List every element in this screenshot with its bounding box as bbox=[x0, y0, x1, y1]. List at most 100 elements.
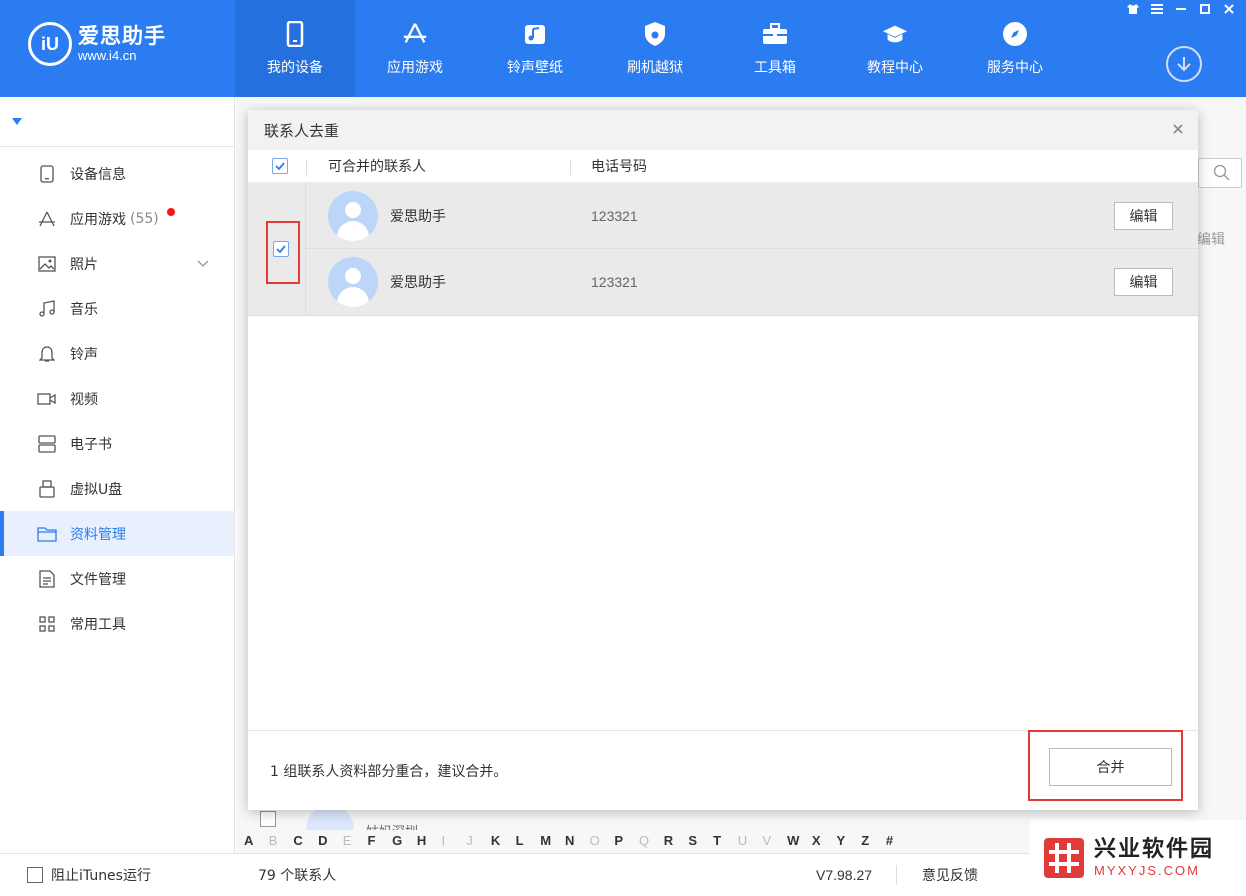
dialog-header: 联系人去重 bbox=[248, 110, 1198, 150]
minimize-icon[interactable] bbox=[1170, 0, 1192, 18]
alphabet-letter[interactable]: L bbox=[516, 833, 541, 848]
menu-icon[interactable] bbox=[1146, 0, 1168, 18]
background-search-box[interactable] bbox=[1198, 158, 1242, 188]
column-header-phone: 电话号码 bbox=[591, 159, 647, 175]
nav-flash[interactable]: 刷机越狱 bbox=[595, 0, 715, 97]
alphabet-letter[interactable]: X bbox=[812, 833, 837, 848]
nav-service[interactable]: 服务中心 bbox=[955, 0, 1075, 97]
alphabet-letter[interactable]: B bbox=[269, 833, 294, 848]
graduation-cap-icon bbox=[882, 21, 908, 47]
sidebar-item-apps[interactable]: 应用游戏 (55) bbox=[0, 196, 234, 241]
alphabet-letter[interactable]: I bbox=[442, 833, 467, 848]
list-item[interactable]: 爱思助手 123321 编辑 bbox=[306, 249, 1198, 315]
download-button[interactable] bbox=[1166, 46, 1202, 82]
sidebar-item-device-info[interactable]: 设备信息 bbox=[0, 151, 234, 196]
alphabet-letter[interactable]: # bbox=[886, 833, 911, 848]
nav-toolbox[interactable]: 工具箱 bbox=[715, 0, 835, 97]
alphabet-letter[interactable]: P bbox=[614, 833, 639, 848]
nav-ringtones[interactable]: 铃声壁纸 bbox=[475, 0, 595, 97]
sidebar: 设备信息 应用游戏 (55) 照片 音乐 铃声 视频 电子书 虚拟U盘 资料管理… bbox=[0, 97, 235, 853]
nav-label: 我的设备 bbox=[267, 59, 323, 76]
alphabet-letter[interactable]: Q bbox=[639, 833, 664, 848]
nav-my-device[interactable]: 我的设备 bbox=[235, 0, 355, 97]
merge-suggestion-text: 1 组联系人资料部分重合，建议合并。 bbox=[270, 764, 508, 780]
alphabet-letter[interactable]: W bbox=[787, 833, 812, 848]
chevron-down-icon[interactable] bbox=[197, 256, 209, 272]
app-store-icon bbox=[402, 21, 428, 47]
skin-icon[interactable] bbox=[1122, 0, 1144, 18]
edit-button[interactable]: 编辑 bbox=[1114, 201, 1173, 230]
status-divider bbox=[896, 865, 897, 885]
grid-icon bbox=[37, 614, 57, 634]
device-selector[interactable] bbox=[0, 97, 234, 147]
alphabet-letter[interactable]: A bbox=[244, 833, 269, 848]
logo-title: 爱思助手 bbox=[78, 24, 166, 48]
alphabet-letter[interactable]: H bbox=[417, 833, 442, 848]
nav-tutorials[interactable]: 教程中心 bbox=[835, 0, 955, 97]
list-item[interactable]: 爱思助手 123321 编辑 bbox=[306, 183, 1198, 249]
sidebar-item-tools[interactable]: 常用工具 bbox=[0, 601, 234, 646]
notification-dot bbox=[167, 208, 175, 216]
alphabet-letter[interactable]: F bbox=[367, 833, 392, 848]
duplicate-group: 爱思助手 123321 编辑 爱思助手 123321 编辑 bbox=[248, 183, 1198, 316]
video-icon bbox=[37, 389, 57, 409]
close-icon[interactable] bbox=[1218, 0, 1240, 18]
sidebar-item-music[interactable]: 音乐 bbox=[0, 286, 234, 331]
alphabet-letter[interactable]: U bbox=[738, 833, 763, 848]
top-bar: iU 爱思助手 www.i4.cn 我的设备 应用游戏 铃声壁纸 刷机越狱 工具… bbox=[0, 0, 1246, 97]
alphabet-letter[interactable]: Y bbox=[837, 833, 862, 848]
nav-label: 刷机越狱 bbox=[627, 59, 683, 76]
background-edit-link[interactable]: 编辑 bbox=[1197, 229, 1225, 249]
window-controls bbox=[1122, 0, 1240, 18]
sidebar-item-virtual-usb[interactable]: 虚拟U盘 bbox=[0, 466, 234, 511]
sidebar-item-file-management[interactable]: 文件管理 bbox=[0, 556, 234, 601]
sidebar-item-ebooks[interactable]: 电子书 bbox=[0, 421, 234, 466]
nav-label: 服务中心 bbox=[987, 59, 1043, 76]
select-all-checkbox[interactable] bbox=[272, 158, 288, 174]
folder-icon bbox=[37, 524, 57, 544]
sidebar-item-photos[interactable]: 照片 bbox=[0, 241, 234, 286]
background-row-checkbox[interactable] bbox=[260, 811, 276, 827]
nav-label: 工具箱 bbox=[754, 59, 796, 76]
alphabet-letter[interactable]: Z bbox=[861, 833, 886, 848]
alphabet-letter[interactable]: D bbox=[318, 833, 343, 848]
alphabet-letter[interactable]: T bbox=[713, 833, 738, 848]
alphabet-letter[interactable]: O bbox=[590, 833, 615, 848]
alphabet-letter[interactable]: J bbox=[466, 833, 491, 848]
dialog-close-icon[interactable] bbox=[1172, 120, 1184, 139]
alphabet-letter[interactable]: G bbox=[392, 833, 417, 848]
alphabet-letter[interactable]: M bbox=[540, 833, 565, 848]
usb-icon bbox=[37, 479, 57, 499]
sidebar-item-videos[interactable]: 视频 bbox=[0, 376, 234, 421]
background-contact-row[interactable]: 姑妈深圳 bbox=[250, 808, 545, 830]
contact-name: 爱思助手 bbox=[390, 208, 446, 225]
alphabet-letter[interactable]: S bbox=[688, 833, 713, 848]
main-nav: 我的设备 应用游戏 铃声壁纸 刷机越狱 工具箱 教程中心 服务中心 bbox=[235, 0, 1075, 97]
block-itunes-checkbox[interactable] bbox=[27, 867, 43, 883]
alphabet-letter[interactable]: N bbox=[565, 833, 590, 848]
alphabet-letter[interactable]: C bbox=[293, 833, 318, 848]
alphabet-letter[interactable]: E bbox=[343, 833, 368, 848]
contact-phone: 123321 bbox=[591, 274, 638, 290]
sidebar-item-data-management[interactable]: 资料管理 bbox=[0, 511, 234, 556]
column-header-name: 可合并的联系人 bbox=[328, 159, 426, 175]
logo-mark: iU bbox=[28, 22, 72, 66]
alphabet-letter[interactable]: R bbox=[664, 833, 689, 848]
highlight-box-checkbox bbox=[266, 221, 300, 284]
feedback-link[interactable]: 意见反馈 bbox=[922, 865, 978, 885]
version-label: V7.98.27 bbox=[816, 867, 873, 883]
app-count-badge: (55) bbox=[130, 210, 159, 227]
watermark-title: 兴业软件园 bbox=[1094, 837, 1215, 862]
music-note-icon bbox=[522, 21, 548, 47]
alphabet-letter[interactable]: V bbox=[762, 833, 787, 848]
nav-apps[interactable]: 应用游戏 bbox=[355, 0, 475, 97]
edit-button[interactable]: 编辑 bbox=[1114, 268, 1173, 296]
alphabet-letter[interactable]: K bbox=[491, 833, 516, 848]
sidebar-item-label: 虚拟U盘 bbox=[70, 481, 123, 498]
avatar bbox=[306, 808, 354, 830]
compass-icon bbox=[1002, 21, 1028, 47]
app-logo: iU 爱思助手 www.i4.cn bbox=[28, 22, 166, 66]
sidebar-item-label: 照片 bbox=[70, 256, 98, 273]
maximize-icon[interactable] bbox=[1194, 0, 1216, 18]
sidebar-item-ringtones[interactable]: 铃声 bbox=[0, 331, 234, 376]
